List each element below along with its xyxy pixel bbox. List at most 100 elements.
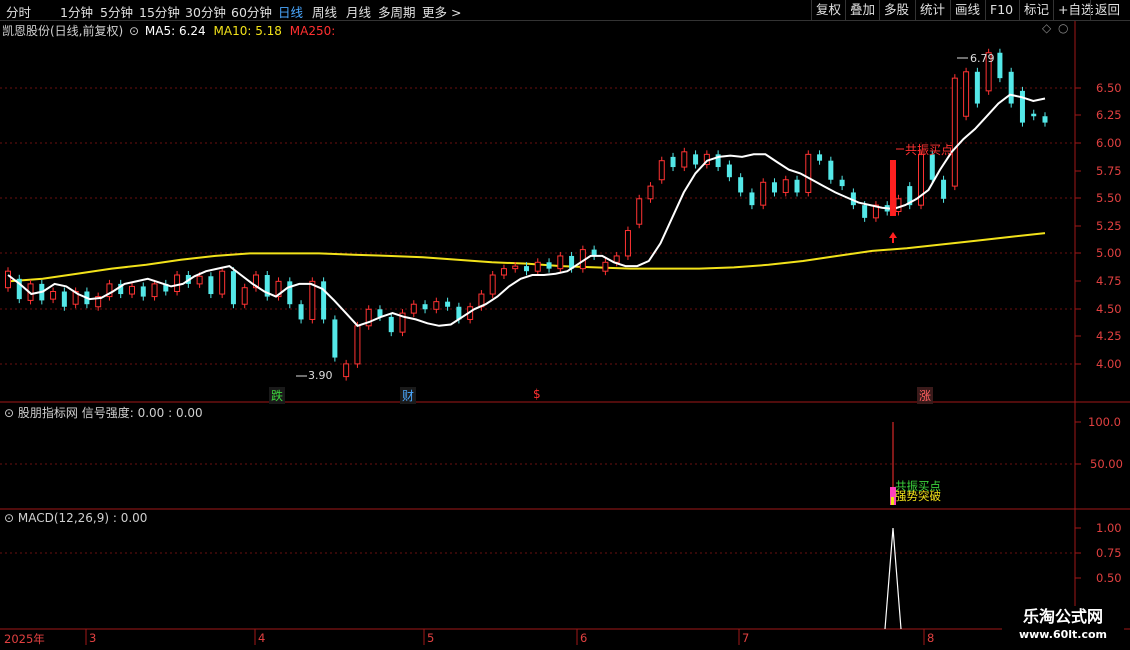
candle-body[interactable] xyxy=(196,275,203,285)
y-tick: 100.0 xyxy=(1088,415,1121,429)
candle-body[interactable] xyxy=(433,301,440,310)
candle-body[interactable] xyxy=(546,262,552,269)
candle-body[interactable] xyxy=(151,283,158,298)
candle-body[interactable] xyxy=(929,154,935,180)
y-tick: 4.00 xyxy=(1096,357,1122,371)
macd-title: MACD(12,26,9) : 0.00 xyxy=(17,511,148,525)
candle-body[interactable] xyxy=(963,71,970,117)
candle-body[interactable] xyxy=(557,255,564,270)
candle-body[interactable] xyxy=(512,265,519,270)
candle-body[interactable] xyxy=(658,160,665,181)
candle-body[interactable] xyxy=(805,153,812,193)
y-tick: 0.50 xyxy=(1096,571,1122,585)
candle-body[interactable] xyxy=(500,268,507,276)
y-tick: 5.75 xyxy=(1096,164,1122,178)
candle-body[interactable] xyxy=(128,285,135,295)
y-tick: 6.50 xyxy=(1096,81,1122,95)
candle-body[interactable] xyxy=(895,198,902,213)
y-tick: 5.25 xyxy=(1096,219,1122,233)
watermark: 乐淘公式网 www.60lt.com xyxy=(1002,606,1124,648)
candle-body[interactable] xyxy=(782,179,789,193)
buy-arrow-icon xyxy=(889,232,897,243)
candle-body[interactable] xyxy=(524,266,529,272)
collapse-icon[interactable]: ⊙ xyxy=(129,24,139,38)
settings-circle-icon[interactable]: ○ xyxy=(1058,21,1068,35)
candle-body[interactable] xyxy=(693,154,699,165)
y-tick: 5.00 xyxy=(1096,246,1122,260)
candle-body[interactable] xyxy=(760,181,767,206)
candle-body[interactable] xyxy=(828,160,834,180)
candle-body[interactable] xyxy=(410,303,417,314)
candle-body[interactable] xyxy=(624,230,631,257)
candle-body[interactable] xyxy=(388,316,394,333)
ma5-label: MA5: 6.24 xyxy=(144,24,206,38)
candle-body[interactable] xyxy=(941,179,947,199)
y-tick: 6.25 xyxy=(1096,108,1122,122)
candle-body[interactable] xyxy=(839,179,845,187)
candle-body[interactable] xyxy=(5,270,11,289)
candle-body[interactable] xyxy=(862,205,868,218)
candle-body[interactable] xyxy=(422,304,428,310)
candle-body[interactable] xyxy=(636,198,643,225)
event-marker-dividend[interactable]: $ xyxy=(531,387,543,401)
candle-body[interactable] xyxy=(298,304,304,320)
candle-body[interactable] xyxy=(445,301,451,307)
candle-body[interactable] xyxy=(613,255,620,263)
candle-body[interactable] xyxy=(61,291,67,307)
candle-body[interactable] xyxy=(1019,90,1025,123)
candle-body[interactable] xyxy=(140,286,146,297)
candle-body[interactable] xyxy=(817,154,823,161)
date-month: 5 xyxy=(427,631,435,645)
candle-body[interactable] xyxy=(1031,113,1037,117)
watermark-url: www.60lt.com xyxy=(1018,628,1108,641)
candle-body[interactable] xyxy=(219,270,226,295)
candle-body[interactable] xyxy=(321,281,327,320)
candle-body[interactable] xyxy=(670,156,676,168)
indicator-title: 股朋指标网 信号强度: 0.00 : 0.00 xyxy=(17,406,203,420)
candle-body[interactable] xyxy=(332,319,338,358)
candle-body[interactable] xyxy=(771,182,777,193)
date-month: 8 xyxy=(927,631,935,645)
candle-body[interactable] xyxy=(309,280,316,320)
date-month: 3 xyxy=(89,631,97,645)
candle-body[interactable] xyxy=(174,274,181,293)
candle-body[interactable] xyxy=(241,287,248,305)
candle-body[interactable] xyxy=(208,276,214,295)
candle-body[interactable] xyxy=(647,185,654,200)
candle-body[interactable] xyxy=(602,261,609,272)
candle-body[interactable] xyxy=(343,363,350,378)
kline-chart[interactable] xyxy=(0,0,1130,650)
event-marker-finance[interactable]: 财 xyxy=(400,387,417,404)
diamond-icon[interactable]: ◇ xyxy=(1042,21,1051,35)
collapse-icon[interactable]: ⊙ xyxy=(4,511,14,525)
y-tick: 0.75 xyxy=(1096,546,1122,560)
candle-body[interactable] xyxy=(749,192,755,206)
candle-body[interactable] xyxy=(681,151,688,168)
candle-body[interactable] xyxy=(287,281,293,305)
date-year: 2025年 xyxy=(4,632,45,646)
indicator-label-breakout: 强势突破 xyxy=(895,489,941,503)
candle-body[interactable] xyxy=(738,177,744,193)
candle-body[interactable] xyxy=(726,164,732,178)
y-tick: 1.00 xyxy=(1096,521,1122,535)
y-tick: 4.50 xyxy=(1096,302,1122,316)
candle-body[interactable] xyxy=(1042,116,1048,123)
candle-body[interactable] xyxy=(489,274,496,295)
collapse-icon[interactable]: ⊙ xyxy=(4,406,14,420)
candle-body[interactable] xyxy=(951,77,958,187)
macd-spike xyxy=(884,527,902,630)
signal-bar xyxy=(890,160,896,216)
high-price-label: 6.79 xyxy=(970,52,995,65)
candle-body[interactable] xyxy=(974,71,980,104)
candle-body[interactable] xyxy=(794,179,800,193)
candle-body[interactable] xyxy=(230,271,236,305)
candle-body[interactable] xyxy=(534,261,541,272)
event-marker-drop[interactable]: 跌 xyxy=(269,387,286,404)
event-marker-rise[interactable]: 涨 xyxy=(917,387,934,404)
candle-body[interactable] xyxy=(997,52,1003,79)
candle-body[interactable] xyxy=(50,291,57,300)
date-month: 7 xyxy=(742,631,750,645)
candle-body[interactable] xyxy=(1008,71,1014,104)
candle-body[interactable] xyxy=(354,325,361,365)
y-tick: 4.75 xyxy=(1096,274,1122,288)
